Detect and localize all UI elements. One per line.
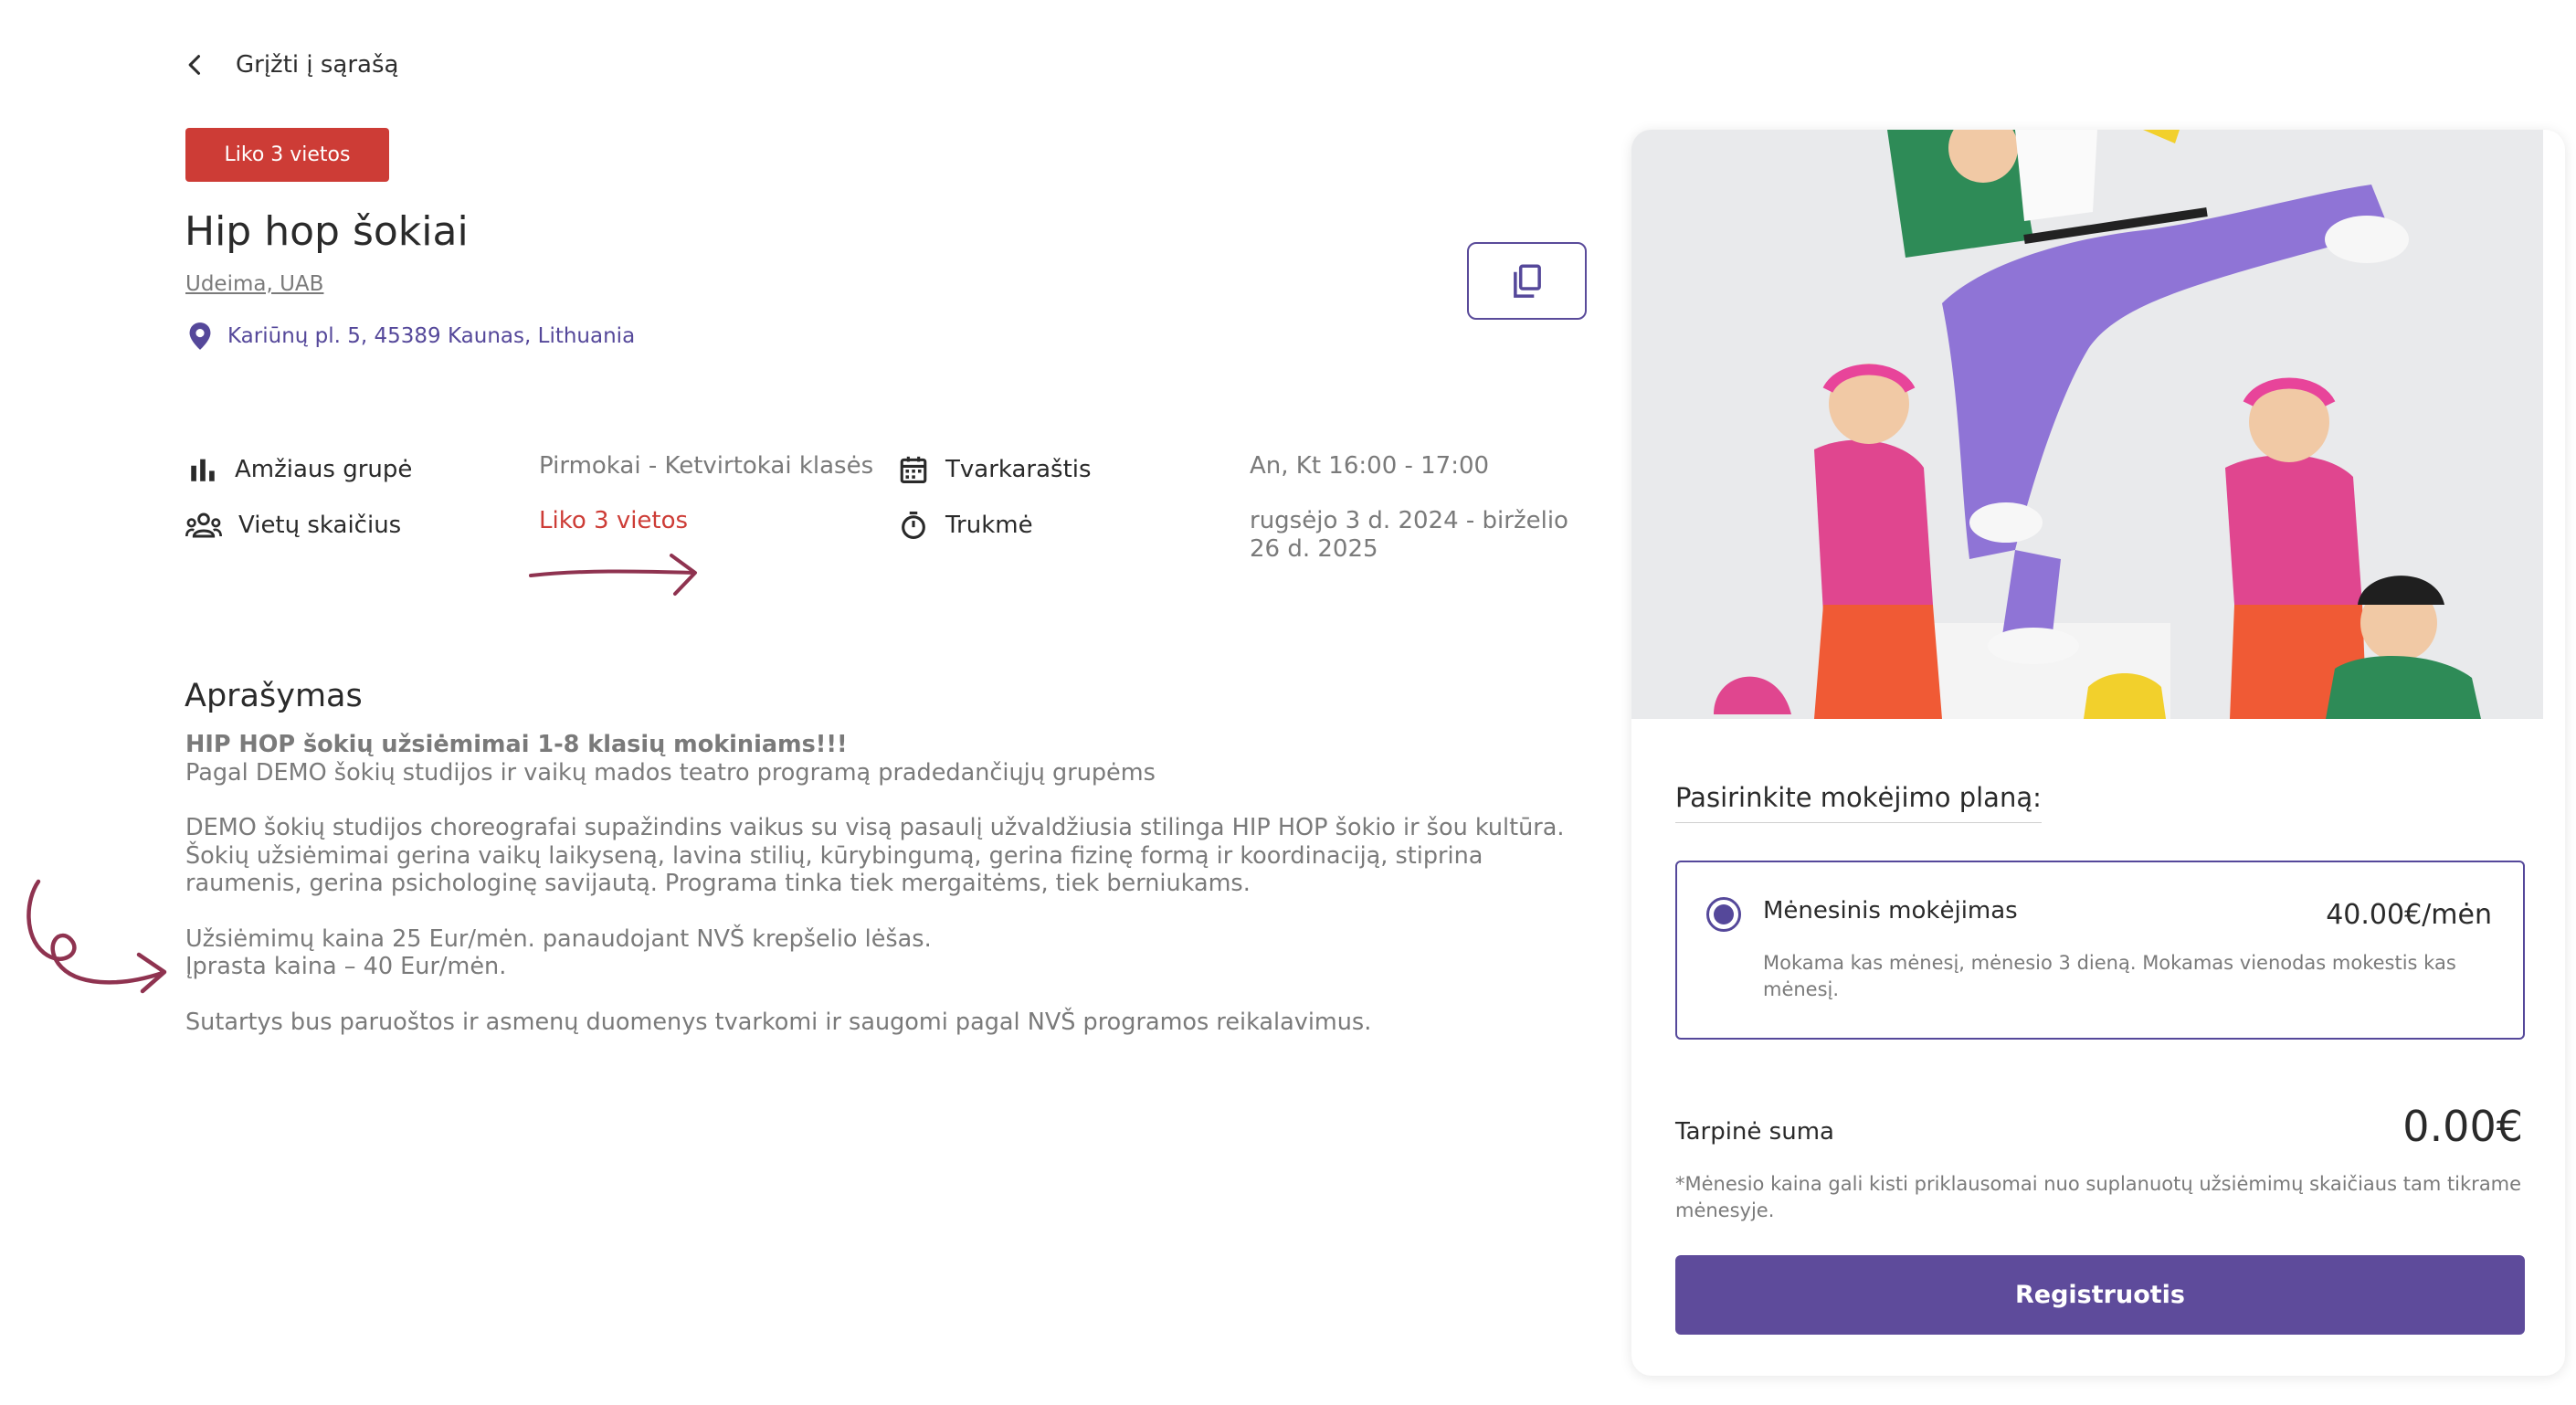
- stopwatch-icon: [902, 511, 925, 540]
- seats-label: Vietų skaičius: [185, 510, 401, 541]
- description-price-line2: Įprasta kaina – 40 Eur/mėn.: [185, 953, 507, 980]
- seats-label-text: Vietų skaičius: [238, 512, 402, 539]
- description-line2: Pagal DEMO šokių studijos ir vaikų mados…: [185, 758, 1156, 787]
- address-link[interactable]: Kariūnų pl. 5, 45389 Kaunas, Lithuania: [187, 322, 635, 351]
- back-to-list-link[interactable]: Grįžti į sąrašą: [183, 51, 398, 79]
- schedule-value: An, Kt 16:00 - 17:00: [1250, 452, 1490, 480]
- duration-value-line1: rugsėjo 3 d. 2024 - birželio: [1250, 507, 1568, 534]
- schedule-label-text: Tvarkaraštis: [945, 456, 1092, 483]
- annotation-arrow-right: [529, 554, 697, 596]
- address-text: Kariūnų pl. 5, 45389 Kaunas, Lithuania: [227, 324, 636, 348]
- course-detail-page: Grįžti į sąrašą Liko 3 vietos Hip hop šo…: [0, 0, 2576, 1405]
- duration-value-line2: 26 d. 2025: [1250, 535, 1378, 563]
- seats-value: Liko 3 vietos: [539, 507, 689, 534]
- age-group-label-text: Amžiaus grupė: [235, 456, 413, 483]
- price-footnote: *Mėnesio kaina gali kisti priklausomai n…: [1675, 1173, 2522, 1221]
- description-body: HIP HOP šokių užsiėmimai 1-8 klasių moki…: [185, 731, 1592, 1036]
- duration-value: rugsėjo 3 d. 2024 - birželio 26 d. 2025: [1250, 507, 1568, 564]
- organizer-link[interactable]: Udeima, UAB: [185, 272, 323, 296]
- payment-plan-heading: Pasirinkite mokėjimo planą:: [1675, 782, 2042, 823]
- monthly-plan-option[interactable]: Mėnesinis mokėjimas 40.00€/mėn Mokama ka…: [1675, 861, 2525, 1040]
- subtotal-value: 0.00€: [2402, 1102, 2523, 1151]
- subtotal-label: Tarpinė suma: [1675, 1118, 1834, 1146]
- dancers-illustration: [1631, 130, 2543, 719]
- copy-icon: [1513, 263, 1541, 298]
- registration-card: Pasirinkite mokėjimo planą: Mėnesinis mo…: [1631, 130, 2565, 1376]
- description-para2: DEMO šokių studijos choreografai supažin…: [185, 814, 1565, 897]
- duration-label-text: Trukmė: [945, 512, 1033, 539]
- plan-price: 40.00€/mėn: [2326, 899, 2492, 931]
- back-link-label: Grįžti į sąrašą: [236, 51, 399, 79]
- description-para4: Sutartys bus paruoštos ir asmenų duomeny…: [185, 1008, 1372, 1036]
- copy-button[interactable]: [1467, 242, 1587, 320]
- chevron-left-icon: [188, 55, 201, 75]
- location-pin-icon: [189, 322, 211, 350]
- seats-left-badge: Liko 3 vietos: [185, 128, 389, 182]
- people-icon: [185, 512, 222, 538]
- plan-radio[interactable]: [1706, 897, 1741, 932]
- duration-label: Trukmė: [898, 510, 1033, 541]
- plan-name: Mėnesinis mokėjimas: [1763, 897, 2018, 924]
- description-heading: Aprašymas: [185, 678, 363, 714]
- description-bold-line: HIP HOP šokių užsiėmimai 1-8 klasių moki…: [185, 731, 848, 758]
- calendar-icon: [900, 456, 927, 484]
- register-button[interactable]: Registruotis: [1675, 1255, 2525, 1335]
- course-title: Hip hop šokiai: [185, 208, 469, 255]
- schedule-label: Tvarkaraštis: [898, 454, 1092, 485]
- plan-note: Mokama kas mėnesį, mėnesio 3 dieną. Moka…: [1763, 952, 2456, 1000]
- age-group-label: Amžiaus grupė: [187, 454, 412, 485]
- course-photo: [1631, 130, 2543, 719]
- description-price-line1: Užsiėmimų kaina 25 Eur/mėn. panaudojant …: [185, 924, 932, 953]
- annotation-curly-arrow: [26, 879, 167, 994]
- bar-chart-icon: [191, 459, 215, 481]
- age-group-value: Pirmokai - Ketvirtokai klasės: [539, 452, 874, 480]
